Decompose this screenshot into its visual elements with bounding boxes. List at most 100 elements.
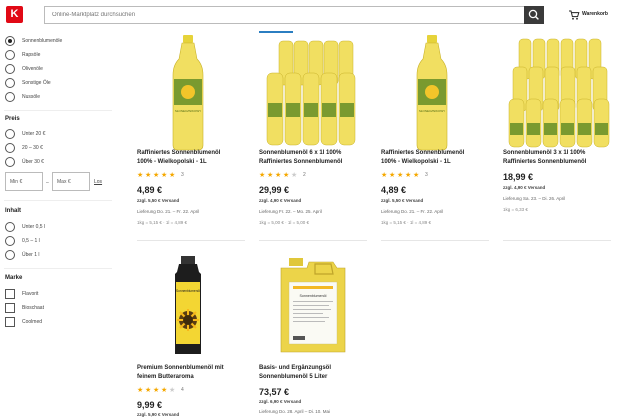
star-icon: ★ <box>137 387 144 394</box>
product-name[interactable]: Raffiniertes Sonnenblumenöl <box>381 149 493 158</box>
apply-price-link[interactable]: Los <box>94 179 102 185</box>
filter-type-other[interactable]: Sonstige Öle <box>5 78 115 88</box>
search-input[interactable] <box>45 7 525 23</box>
unit-price: 1kg = 5,15 € · 1l = 4,89 € <box>381 220 432 225</box>
star-icon: ★ <box>153 172 160 179</box>
product-card[interactable]: SŁONECZNIKOWY Raffiniertes Sonnenblumenö… <box>137 33 245 241</box>
filter-type-nut[interactable]: Nussöle <box>5 92 115 102</box>
product-name[interactable]: Raffiniertes Sonnenblumenöl <box>503 158 615 167</box>
radio[interactable] <box>5 92 15 102</box>
radio[interactable] <box>5 250 15 260</box>
filter-type-sunflower[interactable]: Sonnenblumenöle <box>5 36 115 46</box>
price: 4,89 € <box>137 185 163 195</box>
filter-type-olive[interactable]: Olivenöle <box>5 64 115 74</box>
search-box[interactable] <box>44 6 525 24</box>
unit-price: 1kg = 5,15 € · 1l = 4,89 € <box>137 220 188 225</box>
unit-price: 1kg = 5,00 € · 1l = 5,00 € <box>259 220 310 225</box>
shipping-cost: zzgl. 4,90 € Versand <box>259 198 302 203</box>
option-label: Coolmed <box>22 319 43 325</box>
checkbox[interactable] <box>5 317 15 327</box>
brand-filter-title: Marke <box>5 275 23 281</box>
product-name[interactable]: Sonnenblumenöl 5 Liter <box>259 373 371 382</box>
option-label: Unter 0,5 l <box>22 224 46 230</box>
product-card[interactable]: Sonnenblumenöl Basis- und Ergänzungsöl S… <box>259 256 367 420</box>
content-filter-title: Inhalt <box>5 208 21 214</box>
cart-icon <box>569 10 580 20</box>
canister-label-text: Sonnenblumenöl <box>300 294 327 298</box>
product-name[interactable]: Sonnenblumenöl 3 x 1l 100% <box>503 149 615 158</box>
cart-button[interactable]: Warenkorb <box>568 9 632 21</box>
filter-content-05-1[interactable]: 0,5 – 1 l <box>5 236 115 246</box>
price: 29,99 € <box>259 185 290 195</box>
rating-stars: ★ ★ ★ ★ ★ 4 <box>137 387 197 394</box>
checkbox[interactable] <box>5 289 15 299</box>
product-name[interactable]: 100% - Wielkopolski - 1L <box>137 158 249 167</box>
product-name[interactable]: 100% - Wielkopolski - 1L <box>381 158 493 167</box>
rating-count: 3 <box>181 172 184 178</box>
product-image-bottle: SŁONECZNIKOWY <box>416 35 448 151</box>
bottle-label-text: SŁONECZNIKOWY <box>419 109 445 113</box>
product-card[interactable]: Sonnenblumenöl Premium Sonnenblumenöl mi… <box>137 256 245 420</box>
product-name[interactable]: Premium Sonnenblumenöl mit <box>137 364 249 373</box>
product-card[interactable]: Sonnenblumenöl 3 x 1l 100% Raffiniertes … <box>503 33 611 241</box>
divider <box>4 268 112 269</box>
product-image-multi-pack <box>508 38 610 148</box>
radio[interactable] <box>5 236 15 246</box>
rating-count: 3 <box>425 172 428 178</box>
rating-stars: ★ ★ ★ ★ ★ 3 <box>137 172 197 179</box>
option-label: 20 – 30 € <box>22 145 43 151</box>
filter-content-over-1[interactable]: Über 1 l <box>5 250 115 260</box>
star-icon: ★ <box>275 172 282 179</box>
search-icon <box>528 9 539 20</box>
shipping-cost: zzgl. 4,90 € Versand <box>503 185 546 190</box>
price-filter-title: Preis <box>5 116 20 122</box>
option-label: Sonstige Öle <box>22 80 51 86</box>
product-card[interactable]: Sonnenblumenöl 6 x 1l 100% Raffiniertes … <box>259 33 367 241</box>
filter-price-over-30[interactable]: Über 30 € <box>5 157 115 167</box>
min-price-input[interactable]: Min € <box>5 172 43 191</box>
product-name[interactable]: Sonnenblumenöl 6 x 1l 100% <box>259 149 371 158</box>
cart-label: Warenkorb <box>582 11 608 17</box>
filter-brand-flavorit[interactable]: Flavorit <box>5 289 115 299</box>
star-icon: ★ <box>283 172 290 179</box>
filter-content-under-05[interactable]: Unter 0,5 l <box>5 222 115 232</box>
radio[interactable] <box>5 143 15 153</box>
rating-stars: ★ ★ ★ ★ ★ 2 <box>259 172 319 179</box>
filter-price-20-30[interactable]: 20 – 30 € <box>5 143 115 153</box>
radio-selected[interactable] <box>5 36 15 46</box>
option-label: Sonnenblumenöle <box>22 38 63 44</box>
checkbox[interactable] <box>5 303 15 313</box>
radio[interactable] <box>5 78 15 88</box>
star-icon: ★ <box>381 172 388 179</box>
filter-price-under-20[interactable]: Unter 20 € <box>5 129 115 139</box>
option-label: Rapsöle <box>22 52 41 58</box>
radio[interactable] <box>5 222 15 232</box>
radio[interactable] <box>5 157 15 167</box>
filter-type-rapeseed[interactable]: Rapsöle <box>5 50 115 60</box>
option-label: Über 1 l <box>22 252 40 258</box>
filter-brand-coolmed[interactable]: Coolmed <box>5 317 115 327</box>
star-icon: ★ <box>169 172 176 179</box>
tin-label-text: Sonnenblumenöl <box>176 289 200 293</box>
search-button[interactable] <box>524 6 544 24</box>
bottle-label-text: SŁONECZNIKOWY <box>175 109 201 113</box>
price: 73,57 € <box>259 387 290 397</box>
star-icon: ★ <box>413 172 420 179</box>
card-divider <box>259 240 367 241</box>
kaufland-logo[interactable]: K <box>6 6 23 23</box>
radio[interactable] <box>5 50 15 60</box>
product-name[interactable]: Raffiniertes Sonnenblumenöl <box>137 149 249 158</box>
max-price-input[interactable]: Max € <box>52 172 90 191</box>
radio[interactable] <box>5 129 15 139</box>
product-image-six-pack <box>266 40 356 146</box>
rating-count: 4 <box>181 387 184 393</box>
product-name[interactable]: Raffiniertes Sonnenblumenöl <box>259 158 371 167</box>
product-name[interactable]: feinem Butteraroma <box>137 373 249 382</box>
filter-brand-bioschaat[interactable]: Bioschaat <box>5 303 115 313</box>
radio[interactable] <box>5 64 15 74</box>
star-icon: ★ <box>137 172 144 179</box>
delivery-date: Lieferung Sa. 23. – Di. 26. April <box>503 196 566 201</box>
header: K Warenkorb <box>0 0 640 30</box>
product-name[interactable]: Basis- und Ergänzungsöl <box>259 364 371 373</box>
product-card[interactable]: SŁONECZNIKOWY Raffiniertes Sonnenblumenö… <box>381 33 489 241</box>
